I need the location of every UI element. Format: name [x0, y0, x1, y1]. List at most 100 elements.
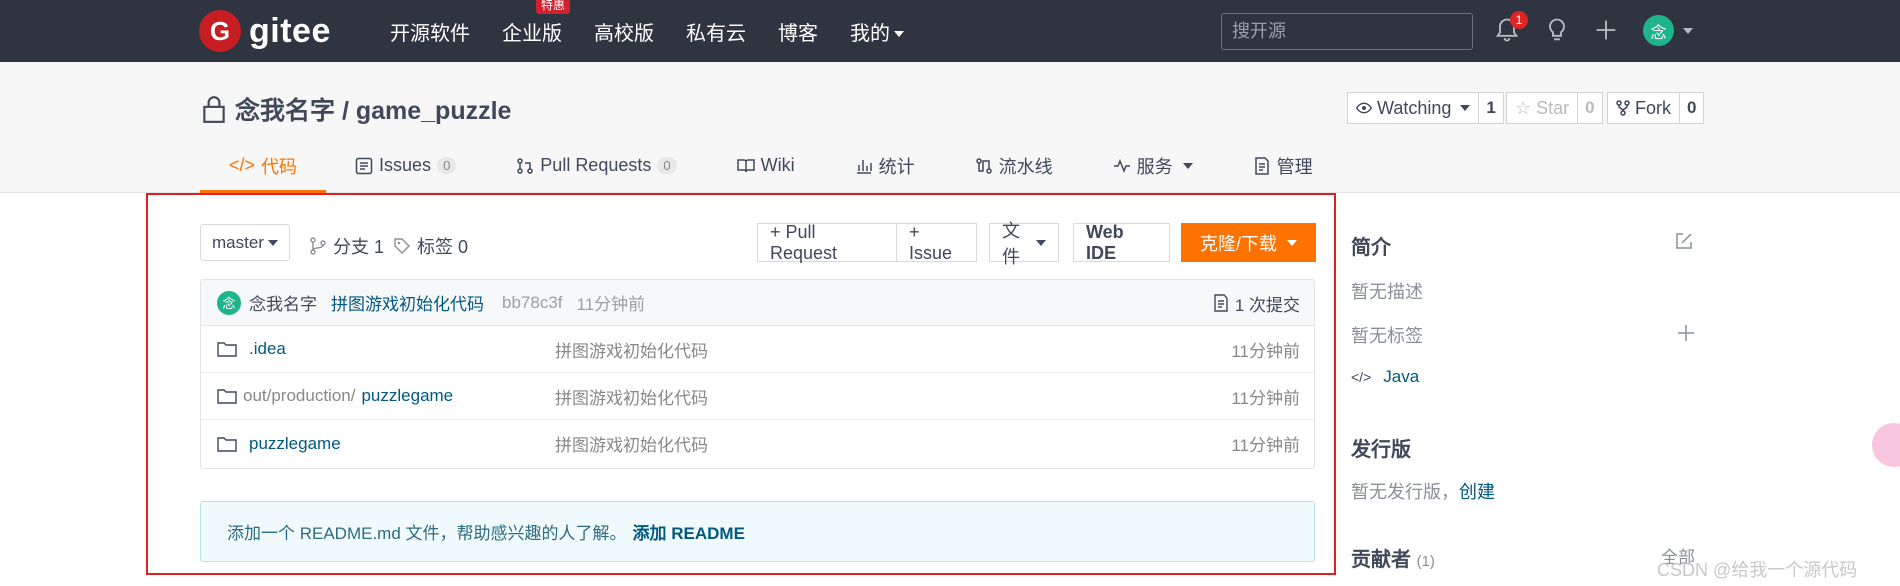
tab-stats[interactable]: 统计 [855, 138, 915, 193]
file-commit-message[interactable]: 拼图游戏初始化代码 [555, 384, 708, 409]
tab-wiki[interactable]: Wiki [736, 138, 795, 193]
tab-manage[interactable]: 管理 [1253, 138, 1313, 193]
fork-icon [1616, 100, 1630, 116]
tag-icon [394, 238, 410, 254]
nav-university[interactable]: 高校版 [594, 17, 654, 46]
gitee-logo[interactable]: G gitee [199, 10, 331, 52]
file-name: puzzlegame [361, 386, 454, 405]
watermark: CSDN @给我一个源代码 [1657, 560, 1858, 580]
intro-heading: 简介 [1351, 237, 1391, 259]
file-time: 11分钟前 [1231, 341, 1300, 361]
file-row[interactable]: .idea 拼图游戏初始化代码 11分钟前 [201, 326, 1314, 373]
file-name-link[interactable]: puzzlegame [217, 434, 341, 454]
code-icon: </> [229, 155, 256, 175]
search-input[interactable] [1221, 13, 1473, 50]
new-issue-button[interactable]: + Issue [896, 222, 977, 263]
plus-icon[interactable] [1592, 16, 1620, 44]
branch-select[interactable]: master [200, 224, 290, 261]
tab-pipeline[interactable]: 流水线 [975, 138, 1053, 193]
clone-chevron-down-icon [1287, 239, 1297, 246]
pull-request-icon [517, 157, 534, 174]
file-name-link[interactable]: .idea [217, 339, 286, 359]
commit-count-link[interactable]: 1 次提交 [1213, 280, 1300, 326]
tags-link[interactable]: 标签 0 [393, 233, 468, 259]
code-language-icon: </> [1351, 369, 1372, 385]
fork-group: Fork 0 [1607, 92, 1705, 124]
branches-link[interactable]: 分支 1 [309, 233, 384, 259]
watch-count[interactable]: 1 [1479, 92, 1504, 124]
promo-badge: 特惠 [535, 0, 570, 14]
gitee-logo-text: gitee [249, 11, 331, 50]
commits-icon [1214, 294, 1228, 312]
readme-notice: 添加一个 README.md 文件，帮助感兴趣的人了解。 添加 README [200, 501, 1315, 562]
edit-icon[interactable] [1674, 231, 1694, 251]
nav-enterprise[interactable]: 企业版 特惠 [502, 0, 570, 46]
clone-download-label: 克隆/下载 [1199, 233, 1277, 254]
file-list: 念 念我名字 拼图游戏初始化代码 bb78c3f 11分钟前 1 次提交 .id… [200, 279, 1315, 469]
repo-path-link[interactable]: 念我名字 / game_puzzle [235, 91, 511, 127]
no-description-text: 暂无描述 [1351, 282, 1423, 302]
language-link[interactable]: Java [1383, 367, 1419, 387]
folder-icon [217, 389, 237, 404]
tab-code-label: 代码 [261, 156, 298, 177]
no-release-text: 暂无发行版， [1351, 482, 1459, 502]
files-dropdown[interactable]: 文件 [989, 221, 1059, 267]
nav-enterprise-label: 企业版 [502, 22, 562, 45]
lightbulb-icon[interactable] [1543, 16, 1571, 44]
tab-issues[interactable]: Issues 0 [355, 138, 457, 193]
commit-hash[interactable]: bb78c3f [502, 293, 563, 313]
avatar-chevron-down-icon[interactable] [1683, 28, 1693, 34]
tab-issues-label: Issues [379, 155, 432, 175]
nav-blog[interactable]: 博客 [778, 17, 818, 46]
web-ide-button[interactable]: Web IDE [1073, 222, 1170, 263]
add-tag-plus-icon[interactable] [1677, 324, 1695, 342]
user-avatar[interactable]: 念 [1643, 15, 1674, 46]
contributors-title: 贡献者 [1351, 549, 1411, 571]
tab-services[interactable]: 服务 [1113, 138, 1193, 193]
nav-private-cloud[interactable]: 私有云 [686, 17, 746, 46]
star-button[interactable]: ☆ Star [1506, 92, 1579, 124]
language-row: </> Java [1351, 367, 1419, 387]
watch-button[interactable]: Watching [1347, 92, 1480, 124]
commit-author[interactable]: 念我名字 [249, 290, 317, 315]
nav-open-source[interactable]: 开源软件 [390, 17, 470, 46]
branch-select-label: master [212, 232, 264, 252]
commit-avatar[interactable]: 念 [217, 290, 241, 315]
notification-badge: 1 [1510, 11, 1528, 29]
pipeline-icon [975, 157, 992, 174]
files-chevron-down-icon [1036, 239, 1046, 246]
star-count[interactable]: 0 [1578, 92, 1603, 124]
file-row[interactable]: out/production/puzzlegame 拼图游戏初始化代码 11分钟… [201, 373, 1314, 420]
no-tags-text: 暂无标签 [1351, 326, 1423, 346]
tab-pull-requests[interactable]: Pull Requests 0 [516, 138, 677, 193]
pull-requests-count: 0 [657, 157, 677, 174]
file-commit-message[interactable]: 拼图游戏初始化代码 [555, 431, 708, 456]
file-commit-message[interactable]: 拼图游戏初始化代码 [555, 337, 708, 362]
bar-chart-icon [856, 159, 872, 174]
issues-count: 0 [437, 157, 457, 174]
create-release-link[interactable]: 创建 [1459, 482, 1495, 502]
tab-services-label: 服务 [1136, 156, 1173, 177]
tags-label: 标签 0 [417, 237, 469, 257]
floating-helper-button[interactable] [1872, 423, 1900, 467]
chevron-down-icon [894, 31, 904, 38]
repo-header: 念我名字 / game_puzzle Watching 1 ☆ Star 0 F… [0, 62, 1900, 193]
fork-button[interactable]: Fork [1607, 92, 1680, 124]
commit-time: 11分钟前 [576, 295, 646, 314]
new-pull-request-button[interactable]: + Pull Request [757, 222, 897, 263]
nav-mine[interactable]: 我的 [850, 17, 904, 46]
nav-mine-label: 我的 [850, 22, 890, 45]
tab-code[interactable]: </> 代码 [200, 138, 327, 193]
clone-download-button[interactable]: 克隆/下载 [1181, 223, 1316, 262]
file-name-link[interactable]: out/production/puzzlegame [217, 386, 453, 406]
add-readme-link[interactable]: 添加 README [633, 519, 745, 544]
eye-icon [1356, 102, 1372, 114]
files-dropdown-label: 文件 [1002, 220, 1020, 267]
release-heading: 发行版 [1351, 439, 1411, 461]
top-navbar: G gitee 开源软件 企业版 特惠 高校版 私有云 博客 我的 1 念 [0, 0, 1900, 62]
commit-message[interactable]: 拼图游戏初始化代码 [331, 290, 484, 315]
file-row[interactable]: puzzlegame 拼图游戏初始化代码 11分钟前 [201, 420, 1314, 467]
fork-count[interactable]: 0 [1680, 92, 1705, 124]
lock-icon [203, 96, 225, 123]
file-time: 11分钟前 [1231, 388, 1300, 408]
